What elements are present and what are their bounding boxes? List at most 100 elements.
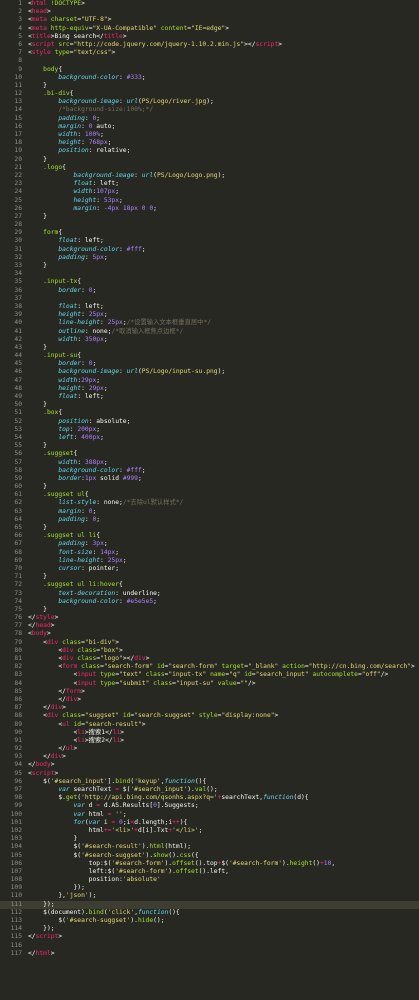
code-line[interactable]: 30 float: left; <box>0 237 419 245</box>
code-line[interactable]: 20 } <box>0 156 419 164</box>
code-line[interactable]: 16 margin: 0 auto; <box>0 123 419 131</box>
code-line[interactable]: 96 $('#search_input'].bind('keyup',funct… <box>0 778 419 786</box>
code-line[interactable]: 44 .input-su{ <box>0 352 419 360</box>
code-line[interactable]: 3 <meta charset="UTF-8"> <box>0 16 419 24</box>
code-line[interactable]: 85 </form> <box>0 688 419 696</box>
code-line[interactable]: 15 padding: 0; <box>0 115 419 123</box>
code-line[interactable]: 5 <title>Bing search</title> <box>0 33 419 41</box>
code-line[interactable]: 108 position:'absolute' <box>0 876 419 884</box>
code-line[interactable]: 64 padding: 0; <box>0 516 419 524</box>
code-line[interactable]: 51 .box{ <box>0 409 419 417</box>
code-line[interactable]: 71 } <box>0 573 419 581</box>
code-line[interactable]: 55 } <box>0 442 419 450</box>
code-line[interactable]: 101 for(var i = 0;i<d.length;i++){ <box>0 819 419 827</box>
code-line[interactable]: 63 margin: 0; <box>0 508 419 516</box>
code-line[interactable]: 19 position: relative; <box>0 147 419 155</box>
code-line[interactable]: 106 top:$('#search-form').offset().top+$… <box>0 860 419 868</box>
code-line[interactable]: 54 left: 400px; <box>0 434 419 442</box>
code-line[interactable]: 116 <box>0 942 419 950</box>
code-line[interactable]: 107 left:$('#search-form').offset().left… <box>0 868 419 876</box>
code-line[interactable]: 114 }); <box>0 925 419 933</box>
code-line[interactable]: 99 var d = d.AS.Results[0].Suggests; <box>0 802 419 810</box>
code-line[interactable]: 50 } <box>0 401 419 409</box>
code-line[interactable]: 53 top: 200px; <box>0 426 419 434</box>
code-line[interactable]: 97 var searchText = $('#search_input').v… <box>0 786 419 794</box>
code-line[interactable]: 52 position: absolute; <box>0 418 419 426</box>
code-line[interactable]: 84 <input type="submit" class="input-su"… <box>0 680 419 688</box>
code-line[interactable]: 49 float: left; <box>0 393 419 401</box>
code-line[interactable]: 77 </head> <box>0 622 419 630</box>
code-line[interactable]: 109 }); <box>0 884 419 892</box>
code-line[interactable]: 67 padding: 3px; <box>0 540 419 548</box>
code-line[interactable]: 2 <head> <box>0 8 419 16</box>
code-line[interactable]: 83 <input type="text" class="input-tx" n… <box>0 671 419 679</box>
code-line[interactable]: 27 } <box>0 213 419 221</box>
code-line[interactable]: 10 background-color: #333; <box>0 74 419 82</box>
code-line[interactable]: 9 body{ <box>0 66 419 74</box>
code-line[interactable]: 42 width: 350px; <box>0 336 419 344</box>
code-line[interactable]: 87 </div> <box>0 704 419 712</box>
code-line[interactable]: 56 .suggset{ <box>0 450 419 458</box>
code-line[interactable]: 112 $(document).bind('click',function(){ <box>0 909 419 917</box>
code-line[interactable]: 72 .suggset ul li:hover{ <box>0 581 419 589</box>
code-line[interactable]: 100 var html = ''; <box>0 811 419 819</box>
code-line[interactable]: 90 <li>搜索1</li> <box>0 729 419 737</box>
code-line[interactable]: 46 background-image: url(PS/Logo/input-s… <box>0 368 419 376</box>
code-line[interactable]: 115 </script> <box>0 933 419 941</box>
code-line[interactable]: 81 <div class="logo"></div> <box>0 655 419 663</box>
code-line[interactable]: 79 <div class="bi-div"> <box>0 639 419 647</box>
code-line[interactable]: 36 border: 0; <box>0 287 419 295</box>
code-line[interactable]: 62 list-style: none;/*去除ul默认样式*/ <box>0 499 419 507</box>
code-line[interactable]: 69 line-height: 25px; <box>0 557 419 565</box>
code-line[interactable]: 22 background-image: url(PS/Logo/Logo.pn… <box>0 172 419 180</box>
code-line[interactable]: 37 <box>0 295 419 303</box>
code-line[interactable]: 73 text-decoration: underline; <box>0 590 419 598</box>
code-line[interactable]: 8 <box>0 57 419 65</box>
code-line[interactable]: 34 <box>0 270 419 278</box>
code-line[interactable]: 43 } <box>0 344 419 352</box>
code-line[interactable]: 12 .bi-div{ <box>0 90 419 98</box>
code-line[interactable]: 38 float: left; <box>0 303 419 311</box>
code-line[interactable]: 1 <html !DOCTYPE> <box>0 0 419 8</box>
code-line[interactable]: 65 } <box>0 524 419 532</box>
code-line[interactable]: 105 $('#search-suggset').show().css({ <box>0 852 419 860</box>
code-line[interactable]: 92 </ul> <box>0 745 419 753</box>
code-line[interactable]: 111 }); <box>0 900 419 909</box>
code-line[interactable]: 45 border: 0; <box>0 360 419 368</box>
code-line[interactable]: 40 line-height: 25px;/*设置输入文本框垂直居中*/ <box>0 319 419 327</box>
code-line[interactable]: 17 width: 100%; <box>0 131 419 139</box>
code-line[interactable]: 117 </html> <box>0 950 419 958</box>
code-line[interactable]: 58 background-color: #fff; <box>0 467 419 475</box>
code-line[interactable]: 66 .suggset ul li{ <box>0 532 419 540</box>
code-line[interactable]: 7 <style type="text/css"> <box>0 49 419 57</box>
code-line[interactable]: 35 .input-tx{ <box>0 278 419 286</box>
code-line[interactable]: 4 <meta http-equiv="X-UA-Compatible" cont… <box>0 25 419 33</box>
code-line[interactable]: 74 background-color: #e5e5e5; <box>0 598 419 606</box>
code-line[interactable]: 68 font-size: 14px; <box>0 549 419 557</box>
code-line[interactable]: 70 cursor: pointer; <box>0 565 419 573</box>
code-line[interactable]: 6 <script src="http://code.jquery.com/jqu… <box>0 41 419 49</box>
code-line[interactable]: 80 <div class="box"> <box>0 647 419 655</box>
code-line[interactable]: 91 <li>搜索2</li> <box>0 737 419 745</box>
code-line[interactable]: 28 <box>0 221 419 229</box>
code-line[interactable]: 82 <form class="search-form" id="search-… <box>0 663 419 671</box>
code-line[interactable]: 32 padding: 5px; <box>0 254 419 262</box>
code-line[interactable]: 113 $('#search-suggset').hide(); <box>0 917 419 925</box>
code-line[interactable]: 25 height: 53px; <box>0 197 419 205</box>
code-line[interactable]: 59 border:1px solid #999; <box>0 475 419 483</box>
code-line[interactable]: 104 $('#search-result').html(html); <box>0 843 419 851</box>
code-line[interactable]: 21 .logo{ <box>0 164 419 172</box>
code-line[interactable]: 86 </div> <box>0 696 419 704</box>
code-line[interactable]: 89 <ul id="search-result"> <box>0 721 419 729</box>
code-line[interactable]: 48 height: 29px; <box>0 385 419 393</box>
code-line[interactable]: 103 } <box>0 835 419 843</box>
code-line[interactable]: 47 width:29px; <box>0 377 419 385</box>
code-line[interactable]: 26 margin: -4px 18px 0 0; <box>0 205 419 213</box>
code-line[interactable]: 95 <script> <box>0 770 419 778</box>
code-line[interactable]: 88 <div class="suggset" id="search-suggs… <box>0 712 419 720</box>
code-line[interactable]: 33 } <box>0 262 419 270</box>
code-line[interactable]: 13 background-image: url(PS/Logo/river.j… <box>0 98 419 106</box>
code-line[interactable]: 102 html+='<li>'+d[i].Txt+'</li>'; <box>0 827 419 835</box>
code-line[interactable]: 94 </body> <box>0 761 419 769</box>
code-line[interactable]: 14 /*background-size:100%;*/ <box>0 106 419 114</box>
